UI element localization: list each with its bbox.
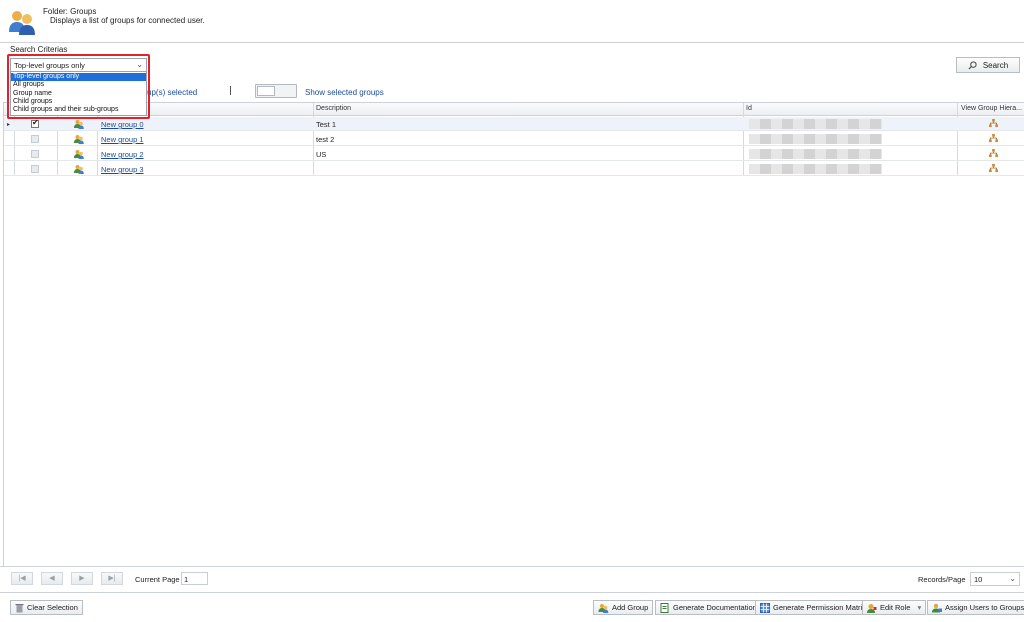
first-page-button[interactable]: |◀ (11, 572, 33, 585)
group-description: Test 1 (316, 120, 337, 129)
records-per-page-value: 10 (974, 575, 983, 584)
current-page-input[interactable]: 1 (181, 572, 208, 585)
add-group-icon (598, 603, 609, 613)
group-name-link[interactable]: New group 1 (101, 135, 144, 144)
group-name-link[interactable]: New group 2 (101, 150, 144, 159)
current-page-label: Current Page (135, 575, 180, 584)
folder-title: Folder: Groups (43, 7, 97, 16)
generate-documentation-label: Generate Documentation (673, 603, 757, 612)
document-icon (660, 602, 669, 613)
assign-users-to-groups-button[interactable]: Assign Users to Groups (927, 600, 1024, 615)
records-per-page-label: Records/Page (918, 575, 966, 584)
row-checkbox[interactable] (31, 118, 39, 128)
group-icon (74, 150, 84, 159)
chevron-down-icon: ▾ (917, 603, 922, 612)
records-per-page-select[interactable]: 10 ⌄ (970, 572, 1020, 586)
row-checkbox[interactable] (31, 150, 39, 158)
pager-bar: |◀ ◀ ▶ ▶| Current Page 1 Records/Page 10… (0, 566, 1024, 590)
table-row[interactable]: New group 1 test 2 (4, 132, 1024, 146)
add-group-button[interactable]: Add Group (593, 600, 654, 615)
action-bar: Clear Selection Add Group Generate Docum… (0, 592, 1024, 622)
groups-grid: Description Id View Group Hiera... ▸ New… (3, 102, 1024, 566)
edit-role-label: Edit Role (880, 603, 911, 612)
table-row[interactable]: New group 2 US (4, 147, 1024, 161)
table-row[interactable]: ▸ New group 0 Test 1 (4, 117, 1024, 131)
chevron-down-icon: ⌄ (1009, 574, 1016, 583)
row-checkbox[interactable] (31, 165, 39, 173)
clear-selection-button[interactable]: Clear Selection (10, 600, 83, 615)
group-icon (74, 165, 84, 174)
edit-role-button[interactable]: Edit Role ▾ (862, 600, 927, 615)
group-scope-dropdown[interactable]: Top-level groups only ⌄ Top-level groups… (10, 58, 147, 116)
show-selected-toggle[interactable] (255, 84, 297, 98)
search-button-label: Search (982, 60, 1009, 70)
hierarchy-icon[interactable] (989, 119, 998, 128)
previous-page-icon: ◀ (49, 575, 55, 582)
group-scope-selected: Top-level groups only (14, 61, 85, 70)
folder-description: Displays a list of groups for connected … (50, 16, 205, 25)
group-icon (74, 135, 84, 144)
chevron-down-icon: ⌄ (136, 60, 143, 69)
generate-permission-matrix-label: Generate Permission Matrix (773, 603, 866, 612)
group-id-redacted (749, 164, 882, 174)
assign-users-to-groups-label: Assign Users to Groups (945, 603, 1024, 612)
next-page-icon: ▶ (79, 575, 85, 582)
separator (230, 86, 231, 95)
add-group-label: Add Group (612, 603, 649, 612)
column-header-description[interactable]: Description (316, 105, 351, 112)
hierarchy-icon[interactable] (989, 164, 998, 173)
selected-count-text: up(s) selected (147, 88, 198, 97)
last-page-icon: ▶| (108, 575, 116, 582)
option-child-and-sub-groups[interactable]: Child groups and their sub-groups (11, 106, 146, 114)
show-selected-groups-link[interactable]: Show selected groups (305, 88, 384, 97)
option-all-groups[interactable]: All groups (11, 81, 146, 89)
previous-page-button[interactable]: ◀ (41, 572, 63, 585)
generate-permission-matrix-button[interactable]: Generate Permission Matrix (755, 600, 871, 615)
row-checkbox[interactable] (31, 135, 39, 143)
group-name-link[interactable]: New group 3 (101, 165, 144, 174)
column-header-view-hierarchy[interactable]: View Group Hiera... (961, 105, 1022, 112)
column-header-id[interactable]: Id (746, 105, 752, 112)
grid-header: Description Id View Group Hiera... (4, 103, 1024, 116)
search-criteria-label: Search Criterias (10, 45, 68, 54)
group-id-redacted (749, 149, 882, 159)
group-scope-options: Top-level groups only All groups Group n… (11, 73, 146, 114)
search-icon (968, 60, 977, 70)
generate-documentation-button[interactable]: Generate Documentation (655, 600, 762, 615)
assign-users-icon (932, 603, 942, 612)
group-description: test 2 (316, 135, 335, 144)
row-indicator-icon: ▸ (7, 122, 11, 128)
toggle-knob (257, 86, 275, 96)
group-id-redacted (749, 119, 882, 129)
matrix-icon (760, 602, 770, 613)
edit-role-icon (867, 603, 877, 613)
clear-selection-label: Clear Selection (27, 603, 78, 612)
hierarchy-icon[interactable] (989, 134, 998, 143)
next-page-button[interactable]: ▶ (71, 572, 93, 585)
page-header: Folder: Groups Displays a list of groups… (0, 0, 1024, 43)
trash-icon (15, 603, 24, 612)
last-page-button[interactable]: ▶| (101, 572, 123, 585)
first-page-icon: |◀ (18, 575, 26, 582)
group-icon (74, 120, 84, 129)
option-group-name[interactable]: Group name (11, 90, 146, 98)
group-name-link[interactable]: New group 0 (101, 120, 144, 129)
option-child-groups[interactable]: Child groups (11, 98, 146, 106)
group-description: US (316, 150, 327, 159)
hierarchy-icon[interactable] (989, 149, 998, 158)
table-row[interactable]: New group 3 (4, 162, 1024, 176)
search-button[interactable]: Search (956, 57, 1020, 73)
group-id-redacted (749, 134, 882, 144)
option-top-level-groups[interactable]: Top-level groups only (11, 73, 146, 82)
groups-users-icon (9, 11, 35, 35)
group-scope-current[interactable]: Top-level groups only ⌄ (11, 59, 146, 72)
